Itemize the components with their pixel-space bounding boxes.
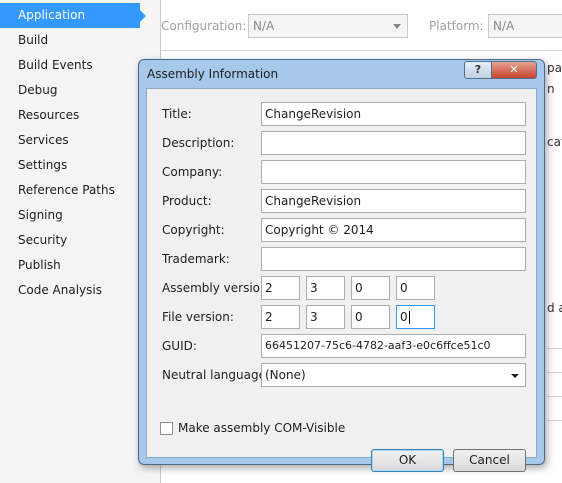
cancel-button[interactable]: Cancel — [453, 449, 526, 472]
copyright-label: Copyright: — [162, 223, 225, 237]
file-version-minor[interactable]: 3 — [306, 305, 345, 329]
ok-button[interactable]: OK — [371, 449, 444, 472]
sidebar-item-build-events[interactable]: Build Events — [0, 53, 140, 78]
text-caret — [408, 311, 410, 324]
chevron-down-icon — [511, 374, 519, 378]
file-version-revision[interactable]: 0 — [396, 305, 435, 329]
copyright-field[interactable]: Copyright © 2014 — [261, 218, 526, 242]
file-version-build[interactable]: 0 — [351, 305, 390, 329]
trademark-field[interactable] — [261, 247, 526, 271]
neutral-language-value: (None) — [265, 368, 306, 382]
assembly-version-build[interactable]: 0 — [351, 276, 390, 300]
description-field[interactable] — [261, 131, 526, 155]
neutral-language-dropdown[interactable]: (None) — [261, 363, 526, 387]
content-divider — [547, 396, 562, 397]
company-field[interactable] — [261, 160, 526, 184]
sidebar-item-signing[interactable]: Signing — [0, 203, 140, 228]
content-divider — [161, 50, 562, 51]
dialog-title: Assembly Information — [147, 67, 279, 81]
assembly-version-minor[interactable]: 3 — [306, 276, 345, 300]
background-text-fragment: cati — [547, 135, 562, 149]
sidebar-item-services[interactable]: Services — [0, 128, 140, 153]
sidebar-item-settings[interactable]: Settings — [0, 153, 140, 178]
sidebar-item-reference-paths[interactable]: Reference Paths — [0, 178, 140, 203]
com-visible-checkbox[interactable] — [160, 422, 173, 435]
content-divider — [547, 348, 562, 349]
content-divider — [547, 420, 562, 421]
content-divider — [547, 372, 562, 373]
help-button[interactable]: ? — [464, 61, 492, 79]
sidebar-item-build[interactable]: Build — [0, 28, 140, 53]
platform-dropdown[interactable]: N/A — [488, 14, 562, 38]
product-field[interactable]: ChangeRevision — [261, 189, 526, 213]
sidebar-item-code-analysis[interactable]: Code Analysis — [0, 278, 140, 303]
dialog-titlebar[interactable]: Assembly Information ? ✕ — [139, 60, 544, 88]
configuration-value: N/A — [253, 19, 275, 33]
help-icon: ? — [474, 63, 482, 76]
assembly-version-revision[interactable]: 0 — [396, 276, 435, 300]
sidebar-item-application[interactable]: Application — [0, 3, 146, 28]
description-label: Description: — [162, 136, 235, 150]
platform-label: Platform: — [429, 19, 484, 33]
trademark-label: Trademark: — [162, 252, 230, 266]
title-field[interactable]: ChangeRevision — [261, 102, 526, 126]
file-version-label: File version: — [162, 310, 234, 324]
product-label: Product: — [162, 194, 212, 208]
guid-field[interactable]: 66451207-75c6-4782-aaf3-e0c6ffce51c0 — [261, 334, 526, 358]
sidebar-item-debug[interactable]: Debug — [0, 78, 140, 103]
background-text-fragment: d a — [547, 301, 562, 315]
sidebar-item-security[interactable]: Security — [0, 228, 140, 253]
sidebar-item-resources[interactable]: Resources — [0, 103, 140, 128]
assembly-information-dialog: Assembly Information ? ✕ Title: ChangeRe… — [138, 59, 545, 472]
project-properties-sidebar: Application Build Build Events Debug Res… — [0, 0, 160, 483]
guid-label: GUID: — [162, 339, 197, 353]
assembly-version-major[interactable]: 2 — [261, 276, 300, 300]
title-label: Title: — [162, 107, 192, 121]
company-label: Company: — [162, 165, 223, 179]
platform-value: N/A — [493, 19, 515, 33]
close-icon: ✕ — [509, 63, 519, 76]
file-version-revision-value: 0 — [400, 310, 408, 324]
chevron-down-icon — [393, 24, 401, 29]
dialog-body: Title: ChangeRevision Description: Compa… — [146, 88, 537, 472]
file-version-major[interactable]: 2 — [261, 305, 300, 329]
close-button[interactable]: ✕ — [491, 61, 537, 79]
background-text-fragment: n — [547, 82, 555, 96]
configuration-label: Configuration: — [161, 19, 247, 33]
assembly-version-label: Assembly version: — [162, 281, 272, 295]
configuration-dropdown[interactable]: N/A — [248, 14, 408, 38]
background-text-fragment: pac — [547, 61, 562, 75]
neutral-language-label: Neutral language: — [162, 368, 271, 382]
sidebar-item-publish[interactable]: Publish — [0, 253, 140, 278]
com-visible-label[interactable]: Make assembly COM-Visible — [178, 421, 345, 435]
